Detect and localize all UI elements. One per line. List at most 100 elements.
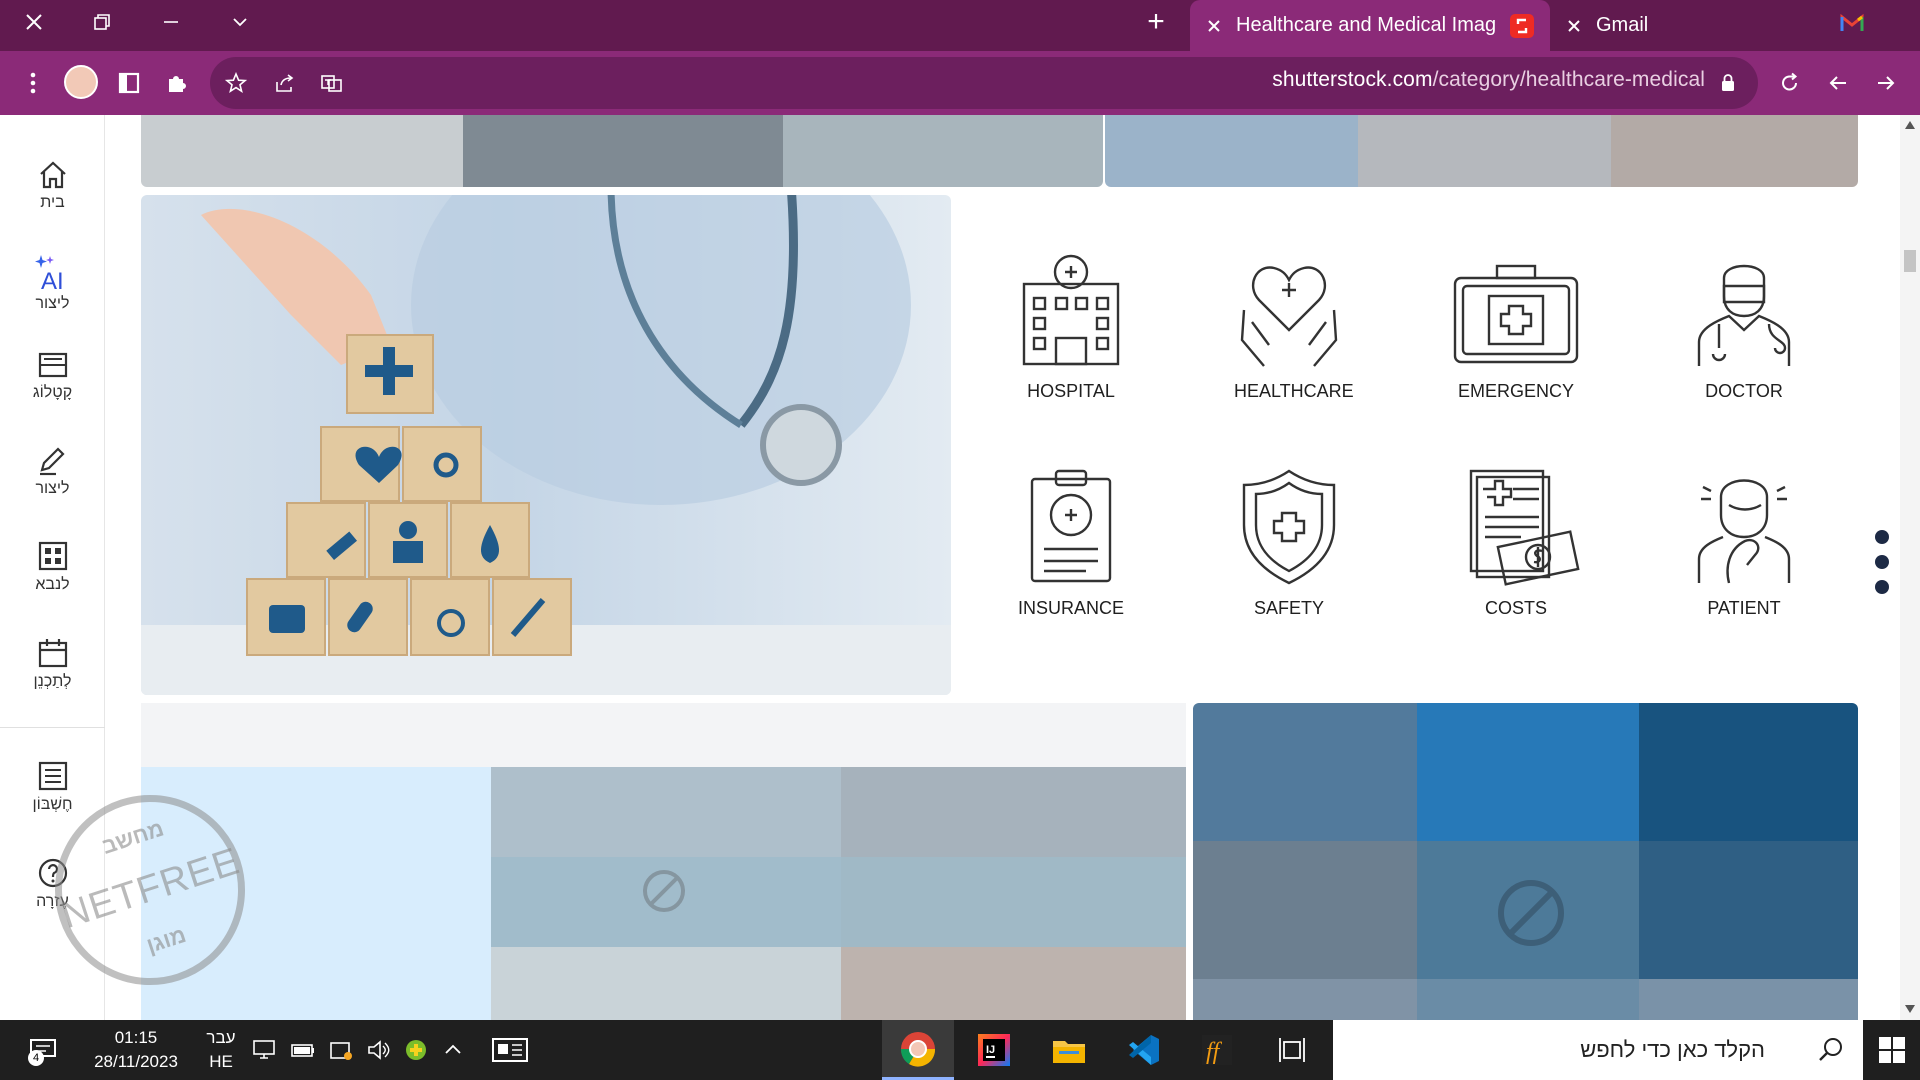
menu-button[interactable] bbox=[13, 63, 53, 103]
svg-text:AI: AI bbox=[41, 268, 64, 291]
page-scrollbar[interactable] bbox=[1900, 115, 1920, 1020]
new-tab-button[interactable]: + bbox=[1131, 0, 1181, 44]
profile-avatar[interactable] bbox=[64, 65, 98, 99]
news-widget-button[interactable] bbox=[490, 1035, 530, 1070]
gallery-image-tile-blocked[interactable] bbox=[141, 703, 1186, 1020]
ai-sparkle-icon: AI bbox=[34, 255, 64, 291]
sidebar-item-account[interactable]: חֶשְׁבּוֹן bbox=[0, 760, 105, 814]
sidebar-item-ai-generate[interactable]: AI ליצור bbox=[0, 253, 105, 313]
chrome-profile-icon bbox=[900, 1031, 936, 1067]
sync-icon[interactable] bbox=[328, 1038, 354, 1062]
icon-label: INSURANCE bbox=[1017, 598, 1124, 618]
star-icon bbox=[225, 72, 247, 93]
sidebar-item-label: ליצור bbox=[35, 480, 70, 497]
sidebar-item-catalog[interactable]: קָטָלוֹג bbox=[0, 350, 105, 402]
system-tray bbox=[252, 1038, 464, 1062]
sidebar-item-predict[interactable]: לנבא bbox=[0, 540, 105, 594]
tab-title: Gmail bbox=[1596, 14, 1649, 36]
tab-healthcare[interactable]: Healthcare and Medical Images, bbox=[1190, 0, 1550, 51]
network-icon[interactable] bbox=[252, 1038, 278, 1062]
puzzle-icon bbox=[169, 76, 186, 92]
tab-gmail[interactable]: Gmail bbox=[1550, 0, 1880, 51]
sidebar-item-home[interactable]: בית bbox=[0, 160, 105, 212]
gallery-image-tile[interactable] bbox=[141, 115, 1103, 187]
clipboard-icon bbox=[1030, 469, 1112, 583]
minimize-window-button[interactable] bbox=[146, 0, 196, 44]
sidebar-item-create[interactable]: ליצור bbox=[0, 444, 105, 498]
icon-label: EMERGENCY bbox=[1457, 381, 1574, 401]
hospital-icon bbox=[1022, 254, 1120, 366]
back-button[interactable] bbox=[1818, 63, 1858, 103]
icon-label: COSTS bbox=[1484, 598, 1547, 618]
gallery-image-tile-blocked[interactable] bbox=[1193, 703, 1858, 1020]
search-icon bbox=[1819, 1038, 1842, 1061]
patient-icon bbox=[1697, 479, 1791, 584]
task-view-button[interactable] bbox=[1256, 1020, 1328, 1080]
icon-label: HEALTHCARE bbox=[1234, 381, 1354, 401]
icon-tile-hospital: HOSPITAL bbox=[1016, 250, 1126, 401]
more-vertical-icon bbox=[30, 72, 36, 94]
sidebar-item-label: חֶשְׁבּוֹן bbox=[32, 796, 73, 813]
icon-tile-emergency: EMERGENCY bbox=[1451, 250, 1581, 401]
edit-pencil-icon bbox=[39, 447, 65, 476]
carousel-dots[interactable] bbox=[1875, 530, 1889, 594]
input-language[interactable]: עבר HE bbox=[200, 1026, 242, 1074]
side-panel-icon bbox=[118, 72, 140, 94]
icon-label: SAFETY bbox=[1253, 598, 1324, 618]
url-text[interactable]: shutterstock.com/category/healthcare-med… bbox=[1272, 68, 1705, 92]
translate-button[interactable] bbox=[312, 63, 352, 103]
close-window-button[interactable] bbox=[9, 0, 59, 44]
minimize-icon bbox=[164, 21, 178, 23]
gallery-image-tile[interactable] bbox=[1105, 115, 1858, 187]
shield-cross-icon bbox=[1242, 469, 1336, 585]
volume-icon[interactable] bbox=[366, 1038, 392, 1062]
icon-label: HOSPITAL bbox=[1027, 381, 1115, 401]
taskbar-search[interactable]: הקלד כאן כדי לחפש bbox=[1333, 1020, 1863, 1080]
share-button[interactable] bbox=[264, 63, 304, 103]
share-icon bbox=[276, 74, 294, 92]
taskbar-vscode[interactable] bbox=[1107, 1020, 1179, 1080]
icon-tile-insurance: INSURANCE bbox=[1016, 467, 1126, 618]
notifications-button[interactable]: 4 bbox=[28, 1036, 58, 1071]
arrow-right-icon bbox=[1878, 76, 1895, 90]
close-tab-icon[interactable] bbox=[1566, 18, 1582, 34]
clock[interactable]: 01:15 28/11/2023 bbox=[86, 1026, 186, 1074]
tab-search-button[interactable] bbox=[215, 0, 265, 44]
restore-window-button[interactable] bbox=[77, 0, 127, 44]
taskbar-file-explorer[interactable] bbox=[1033, 1020, 1105, 1080]
taskbar-chrome[interactable] bbox=[882, 1020, 954, 1080]
blocked-icon bbox=[1498, 880, 1564, 946]
language-code: HE bbox=[209, 1052, 233, 1071]
list-icon bbox=[38, 761, 67, 791]
icon-tile-costs: COSTS bbox=[1451, 467, 1581, 618]
start-button[interactable] bbox=[1863, 1020, 1920, 1080]
netfree-tray-icon[interactable] bbox=[404, 1038, 430, 1062]
taskbar-intellij[interactable]: IJ bbox=[958, 1020, 1030, 1080]
reload-button[interactable] bbox=[1770, 63, 1810, 103]
taskbar-fontforge[interactable]: ff bbox=[1181, 1020, 1253, 1080]
sidebar-item-label: ליצור bbox=[35, 295, 70, 312]
vscode-icon bbox=[1129, 1035, 1159, 1065]
battery-icon[interactable] bbox=[290, 1038, 316, 1062]
scrollbar-thumb[interactable] bbox=[1904, 250, 1916, 272]
side-panel-button[interactable] bbox=[109, 63, 149, 103]
blocked-icon bbox=[643, 870, 685, 912]
lock-icon[interactable] bbox=[1720, 73, 1736, 98]
grid-icon bbox=[38, 541, 67, 571]
medical-icon-grid[interactable]: HOSPITAL HEALTHCARE EMERGENCY DOCTOR INS… bbox=[961, 195, 1858, 695]
clock-time: 01:15 bbox=[114, 1028, 158, 1047]
language-name: עבר bbox=[206, 1028, 236, 1047]
sidebar-item-plan[interactable]: לְתַכְנֵן bbox=[0, 637, 105, 691]
sidebar-item-label: בית bbox=[40, 194, 65, 211]
gmail-favicon-icon bbox=[1840, 13, 1864, 38]
icon-tile-patient: PATIENT bbox=[1689, 467, 1799, 618]
fontforge-icon: ff bbox=[1202, 1035, 1232, 1065]
chevron-up-icon[interactable] bbox=[442, 1038, 464, 1062]
folder-icon bbox=[1053, 1041, 1085, 1063]
extensions-button[interactable] bbox=[156, 63, 196, 103]
image-gallery: HOSPITAL HEALTHCARE EMERGENCY DOCTOR INS… bbox=[105, 115, 1900, 1020]
doctor-medical-blocks-image[interactable] bbox=[141, 195, 951, 695]
forward-button[interactable] bbox=[1866, 63, 1906, 103]
bookmark-button[interactable] bbox=[216, 63, 256, 103]
close-tab-icon[interactable] bbox=[1206, 18, 1222, 34]
